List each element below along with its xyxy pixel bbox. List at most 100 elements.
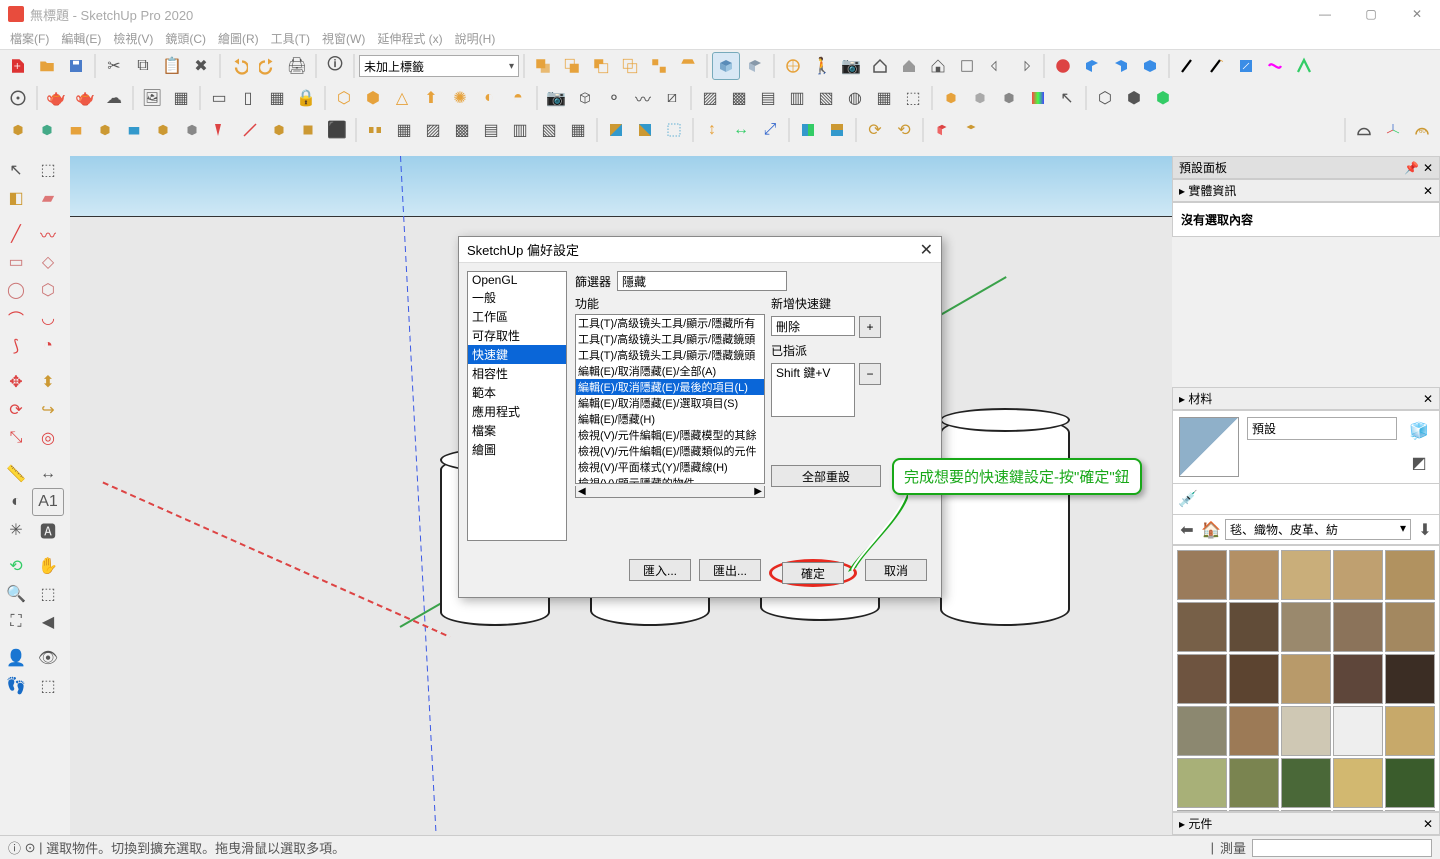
arrow-icon[interactable]: ↖: [1053, 84, 1081, 112]
sandbox-4-icon[interactable]: ▥: [783, 84, 811, 112]
paint-icon[interactable]: ▰: [32, 184, 64, 212]
model-info-icon[interactable]: 🛈: [321, 52, 349, 80]
axis-g-icon[interactable]: ↔: [727, 116, 755, 144]
category-item[interactable]: 相容性: [468, 364, 566, 383]
menu-help[interactable]: 說明(H): [449, 28, 502, 49]
cu-5-icon[interactable]: ✺: [446, 84, 474, 112]
text-tool-icon[interactable]: A1: [32, 488, 64, 516]
protractor2-icon[interactable]: ◐: [0, 488, 32, 516]
copy-icon[interactable]: ⧉: [129, 52, 157, 80]
d6-icon[interactable]: ▥: [506, 116, 534, 144]
remove-shortcut-button[interactable]: −: [859, 363, 881, 385]
wave-icon[interactable]: 〰: [629, 84, 657, 112]
c10-icon[interactable]: [265, 116, 293, 144]
box3-icon[interactable]: [995, 84, 1023, 112]
house-back-icon[interactable]: [924, 52, 952, 80]
function-item[interactable]: 編輯(E)/取消隱藏(E)/全部(A): [576, 363, 764, 379]
rotate-tool-icon[interactable]: ⟳: [0, 396, 32, 424]
cu-7-icon[interactable]: ◓: [504, 84, 532, 112]
category-list[interactable]: OpenGL一般工作區可存取性快速鍵相容性範本應用程式檔案繪圖: [467, 271, 567, 541]
pan-icon[interactable]: ✋: [32, 552, 64, 580]
filter-input[interactable]: [617, 271, 787, 291]
material-grid[interactable]: [1172, 545, 1440, 812]
material-swatch[interactable]: [1281, 550, 1331, 600]
material-swatch[interactable]: [1385, 550, 1435, 600]
sphere-icon[interactable]: ⚬: [600, 84, 628, 112]
hex-3-icon[interactable]: ⬢: [1149, 84, 1177, 112]
look-icon[interactable]: 👁: [32, 644, 64, 672]
solid-intersect-icon[interactable]: [558, 52, 586, 80]
walk2-icon[interactable]: 👣: [0, 672, 32, 700]
house-left-icon[interactable]: [982, 52, 1010, 80]
default-material-icon[interactable]: ◩: [1405, 449, 1433, 477]
c1-icon[interactable]: [4, 116, 32, 144]
cut-icon[interactable]: ✂: [100, 52, 128, 80]
window-2-icon[interactable]: ▯: [234, 84, 262, 112]
zoom-window-icon[interactable]: ⬚: [32, 580, 64, 608]
d8-icon[interactable]: ▦: [564, 116, 592, 144]
path-1-icon[interactable]: ⟳: [861, 116, 889, 144]
mat-menu-icon[interactable]: ⬇: [1415, 520, 1435, 540]
c12-icon[interactable]: ⬛: [323, 116, 351, 144]
scale-tool-icon[interactable]: ⤡: [0, 424, 32, 452]
teapot-2-icon[interactable]: 🫖: [71, 84, 99, 112]
function-item[interactable]: 編輯(E)/取消隱藏(E)/選取項目(S): [576, 395, 764, 411]
material-swatch[interactable]: [1177, 602, 1227, 652]
prev-view-icon[interactable]: ◀: [32, 608, 64, 636]
menu-edit[interactable]: 編輯(E): [55, 28, 107, 49]
materials-close-icon[interactable]: ✕: [1423, 392, 1433, 406]
d1-icon[interactable]: [361, 116, 389, 144]
sandbox-7-icon[interactable]: ▦: [870, 84, 898, 112]
teapot-1-icon[interactable]: 🫖: [42, 84, 70, 112]
shortcut-input[interactable]: [771, 316, 855, 336]
create-material-icon[interactable]: 🧊: [1405, 417, 1433, 445]
pin-icon[interactable]: 📌: [1404, 161, 1419, 175]
fredo-5-icon[interactable]: [1290, 52, 1318, 80]
material-swatch[interactable]: [1229, 758, 1279, 808]
material-swatch[interactable]: [1333, 550, 1383, 600]
protractor-icon[interactable]: [1350, 116, 1378, 144]
axis-r-icon[interactable]: ↕: [698, 116, 726, 144]
arc-1-icon[interactable]: ⌒: [0, 304, 32, 332]
look-around-icon[interactable]: [779, 52, 807, 80]
menu-file[interactable]: 檔案(F): [4, 28, 55, 49]
section-icon[interactable]: ⬚: [32, 672, 64, 700]
entity-info-header[interactable]: ▸ 實體資訊 ✕: [1172, 179, 1440, 202]
delete-icon[interactable]: ✖: [187, 52, 215, 80]
warehouse-icon[interactable]: [1049, 52, 1077, 80]
house-front-icon[interactable]: [895, 52, 923, 80]
3dwh-2-icon[interactable]: [1107, 52, 1135, 80]
house-icon[interactable]: [866, 52, 894, 80]
house-right-icon[interactable]: [1011, 52, 1039, 80]
move-tool-icon[interactable]: ✥: [0, 368, 32, 396]
layers-icon[interactable]: ▦: [167, 84, 195, 112]
category-item[interactable]: 範本: [468, 383, 566, 402]
position-camera2-icon[interactable]: 👤: [0, 644, 32, 672]
axes-tool-icon[interactable]: [1379, 116, 1407, 144]
d4-icon[interactable]: ▩: [448, 116, 476, 144]
status-icon-1[interactable]: ⓘ: [8, 838, 21, 857]
components-close-icon[interactable]: ✕: [1423, 817, 1433, 831]
function-item[interactable]: 編輯(E)/隱藏(H): [576, 411, 764, 427]
tag-combo[interactable]: 未加上標籤▾: [359, 55, 519, 77]
open-file-icon[interactable]: [33, 52, 61, 80]
measurement-input[interactable]: [1252, 839, 1432, 857]
solid-split-icon[interactable]: [645, 52, 673, 80]
position-camera-icon[interactable]: 📷: [837, 52, 865, 80]
print-icon[interactable]: 🖨: [283, 52, 311, 80]
arc-2-icon[interactable]: ◡: [32, 304, 64, 332]
c3-icon[interactable]: [62, 116, 90, 144]
lock-icon[interactable]: 🔒: [292, 84, 320, 112]
close-button[interactable]: ✕: [1394, 0, 1440, 28]
material-swatch[interactable]: [1281, 602, 1331, 652]
category-item[interactable]: 繪圖: [468, 440, 566, 459]
sel-2-icon[interactable]: [631, 116, 659, 144]
mat-back-icon[interactable]: ⬅: [1177, 520, 1197, 540]
scroll-right-icon[interactable]: ▶: [754, 486, 762, 497]
path-2-icon[interactable]: ⟲: [890, 116, 918, 144]
box-wireframe-icon[interactable]: [571, 84, 599, 112]
polygon-icon[interactable]: ⬡: [32, 276, 64, 304]
rect-tool-icon[interactable]: ▭: [0, 248, 32, 276]
function-item[interactable]: 工具(T)/高级镜头工具/顯示/隱藏鏡頭: [576, 347, 764, 363]
tape-icon[interactable]: 📏: [0, 460, 32, 488]
